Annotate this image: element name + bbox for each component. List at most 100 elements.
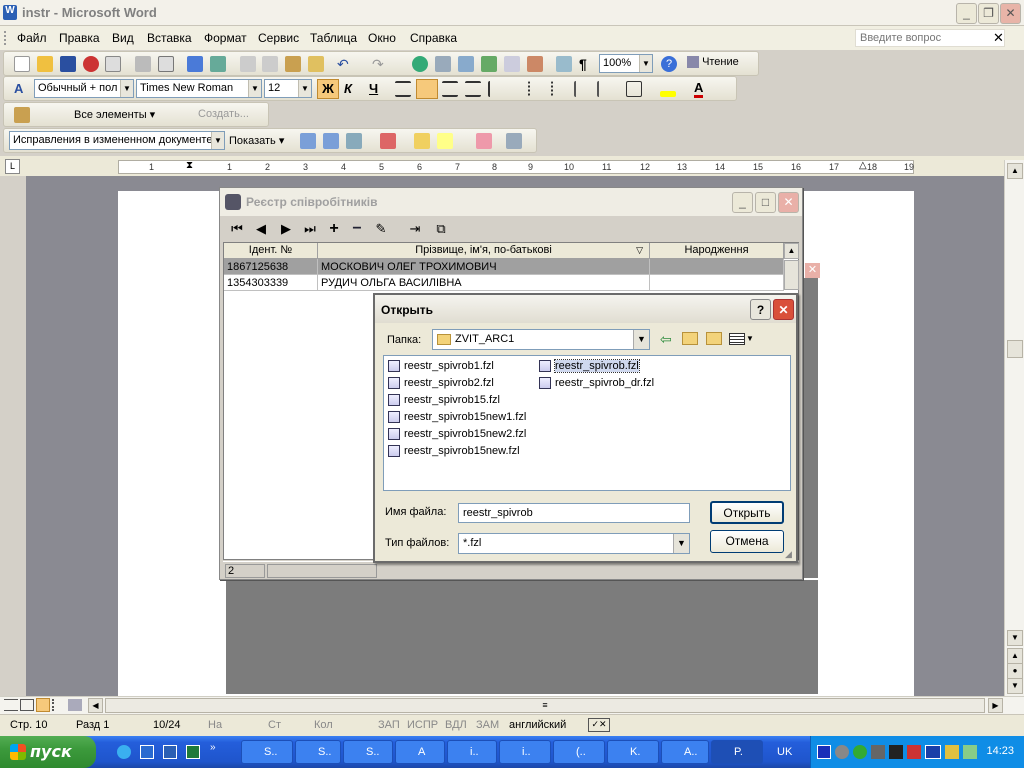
italic-button[interactable]: К bbox=[344, 81, 352, 96]
columns-icon[interactable] bbox=[504, 56, 520, 72]
delete-record-icon[interactable]: − bbox=[346, 219, 368, 239]
task-button[interactable]: S.. bbox=[295, 740, 341, 764]
cell-id[interactable]: 1354303339 bbox=[224, 275, 318, 291]
task-button[interactable]: i.. bbox=[447, 740, 497, 764]
quicklaunch-icon[interactable] bbox=[140, 745, 154, 759]
last-record-icon[interactable]: ⏭ bbox=[299, 219, 321, 239]
select-browse-object-button[interactable]: ● bbox=[1007, 663, 1023, 679]
list-item-selected[interactable]: reestr_spivrob.fzl bbox=[537, 358, 640, 374]
tray-icon[interactable] bbox=[963, 745, 977, 759]
spelling-icon[interactable] bbox=[187, 56, 203, 72]
status-rec[interactable]: ЗАП bbox=[378, 719, 400, 731]
undo-icon[interactable]: ↶ bbox=[337, 56, 353, 72]
justify-icon[interactable] bbox=[465, 81, 481, 97]
next-record-icon[interactable]: ▶ bbox=[275, 219, 297, 239]
track-highlight-icon[interactable] bbox=[437, 133, 453, 149]
cell-name[interactable]: РУДИЧ ОЛЬГА ВАСИЛІВНА bbox=[318, 275, 650, 291]
status-trk[interactable]: ИСПР bbox=[407, 719, 438, 731]
filetype-select[interactable]: *.fzl ▼ bbox=[458, 533, 690, 554]
task-button[interactable]: A.. bbox=[661, 740, 709, 764]
styles-pane-icon[interactable] bbox=[14, 107, 30, 123]
close-button[interactable]: ✕ bbox=[1000, 3, 1021, 24]
menu-edit[interactable]: Правка bbox=[59, 31, 100, 45]
right-indent-marker[interactable]: △ bbox=[859, 160, 867, 171]
ask-question-input[interactable]: Введите вопрос bbox=[855, 29, 1005, 47]
font-select[interactable]: Times New Roman ▼ bbox=[136, 79, 262, 98]
tray-icon[interactable] bbox=[889, 745, 903, 759]
scroll-down-button[interactable]: ▼ bbox=[1007, 630, 1023, 646]
increase-indent-icon[interactable] bbox=[597, 81, 613, 97]
restore-button[interactable]: ❐ bbox=[978, 3, 999, 24]
first-record-icon[interactable]: ⏮ bbox=[226, 219, 248, 239]
research-icon[interactable] bbox=[210, 56, 226, 72]
bullets-icon[interactable] bbox=[551, 81, 567, 97]
task-button[interactable]: i.. bbox=[499, 740, 551, 764]
numbering-icon[interactable] bbox=[528, 81, 544, 97]
copy-records-icon[interactable]: ⧉ bbox=[430, 219, 452, 239]
tray-icon[interactable] bbox=[871, 745, 885, 759]
menu-format[interactable]: Формат bbox=[204, 31, 247, 45]
column-header-name[interactable]: Прізвище, ім'я, по-батькові ▽ bbox=[318, 243, 650, 259]
status-ovr[interactable]: ЗАМ bbox=[476, 719, 499, 731]
reading-layout-button[interactable]: Чтение bbox=[687, 56, 739, 69]
cell-birth[interactable] bbox=[650, 275, 784, 291]
scroll-up-button[interactable]: ▲ bbox=[1007, 163, 1023, 179]
menu-view[interactable]: Вид bbox=[112, 31, 134, 45]
copy-icon[interactable] bbox=[262, 56, 278, 72]
menu-help[interactable]: Справка bbox=[410, 31, 457, 45]
excel-quicklaunch-icon[interactable] bbox=[186, 745, 200, 759]
tray-icon[interactable] bbox=[835, 745, 849, 759]
style-select[interactable]: Обычный + пол ▼ bbox=[34, 79, 134, 98]
underline-button[interactable]: Ч bbox=[369, 81, 378, 96]
insert-table-icon[interactable] bbox=[458, 56, 474, 72]
tray-icon[interactable] bbox=[907, 745, 921, 759]
tray-icon[interactable] bbox=[817, 745, 831, 759]
cell-name[interactable]: МОСКОВИЧ ОЛЕГ ТРОХИМОВИЧ bbox=[318, 259, 650, 275]
styles-icon[interactable]: A bbox=[14, 81, 30, 97]
redo-icon[interactable]: ↷ bbox=[372, 56, 388, 72]
task-button[interactable]: K. bbox=[607, 740, 659, 764]
status-ext[interactable]: ВДЛ bbox=[445, 719, 467, 731]
print-icon[interactable] bbox=[135, 56, 151, 72]
cancel-button[interactable]: Отмена bbox=[710, 530, 784, 553]
bold-button[interactable]: Ж bbox=[317, 79, 339, 99]
ie-icon[interactable] bbox=[117, 745, 131, 759]
resize-grip[interactable]: ◢ bbox=[785, 549, 792, 560]
save-icon[interactable] bbox=[60, 56, 76, 72]
scroll-left-button[interactable]: ◀ bbox=[88, 698, 103, 713]
previous-page-button[interactable]: ▲ bbox=[1007, 648, 1023, 664]
outline-view-icon[interactable] bbox=[52, 699, 66, 711]
new-document-icon[interactable] bbox=[14, 56, 30, 72]
scroll-right-button[interactable]: ▶ bbox=[988, 698, 1003, 713]
help-icon[interactable]: ? bbox=[661, 56, 677, 72]
tables-borders-icon[interactable] bbox=[435, 56, 451, 72]
font-size-select[interactable]: 12 ▼ bbox=[264, 79, 312, 98]
task-button[interactable]: S.. bbox=[343, 740, 393, 764]
print-layout-view-icon[interactable] bbox=[36, 698, 50, 712]
up-folder-icon[interactable] bbox=[682, 332, 698, 345]
word-quicklaunch-icon[interactable] bbox=[163, 745, 177, 759]
registry-maximize-button[interactable]: □ bbox=[755, 192, 776, 213]
list-item[interactable]: reestr_spivrob15new1.fzl bbox=[386, 409, 526, 425]
hyperlink-icon[interactable] bbox=[412, 56, 428, 72]
menu-file[interactable]: Файл bbox=[17, 31, 47, 45]
task-button[interactable]: A bbox=[395, 740, 445, 764]
previous-change-icon[interactable] bbox=[300, 133, 316, 149]
indent-marker[interactable]: ⧗ bbox=[186, 160, 193, 171]
list-item[interactable]: reestr_spivrob15.fzl bbox=[386, 392, 500, 408]
zoom-select[interactable]: 100% ▼ bbox=[599, 54, 653, 73]
all-elements-select[interactable]: Все элементы ▾ bbox=[74, 108, 155, 121]
close-document-icon[interactable]: ✕ bbox=[993, 30, 1004, 46]
align-left-icon[interactable] bbox=[395, 81, 411, 97]
new-folder-icon[interactable] bbox=[706, 332, 722, 345]
show-hide-icon[interactable]: ¶ bbox=[579, 56, 595, 72]
list-item[interactable]: reestr_spivrob_dr.fzl bbox=[537, 375, 654, 391]
scroll-thumb[interactable] bbox=[1007, 340, 1023, 358]
web-view-icon[interactable] bbox=[20, 699, 34, 711]
permission-icon[interactable] bbox=[83, 56, 99, 72]
registry-minimize-button[interactable]: _ bbox=[732, 192, 753, 213]
next-page-button[interactable]: ▼ bbox=[1007, 678, 1023, 694]
open-button[interactable]: Открыть bbox=[710, 501, 784, 524]
reviewing-pane-icon[interactable] bbox=[506, 133, 522, 149]
quicklaunch-more-icon[interactable]: » bbox=[210, 742, 216, 753]
